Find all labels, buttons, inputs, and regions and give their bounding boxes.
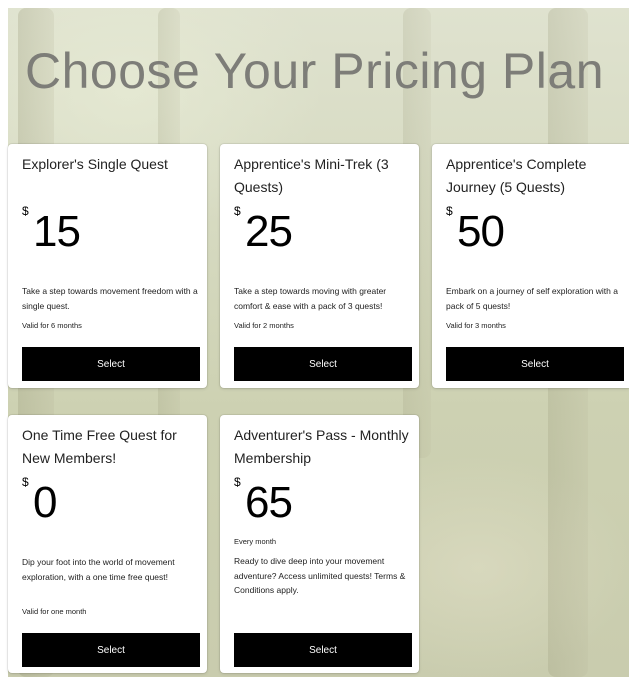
select-button[interactable]: Select [446, 347, 624, 381]
currency-symbol: $ [446, 204, 453, 218]
plan-description: Embark on a journey of self exploration … [446, 286, 618, 311]
currency-symbol: $ [22, 475, 29, 489]
plan-description: Ready to dive deep into your movement ad… [234, 556, 406, 595]
plan-name: Explorer's Single Quest [22, 156, 168, 172]
price-amount: 65 [245, 478, 293, 527]
plan-name: Apprentice's Mini-Trek (3 Quests) [234, 156, 389, 195]
price-amount: 15 [33, 207, 81, 256]
select-button[interactable]: Select [22, 633, 200, 667]
price-amount: 0 [33, 478, 58, 527]
price-amount: 25 [245, 207, 293, 256]
pricing-card-apprentices-mini-trek: Apprentice's Mini-Trek (3 Quests) $ 25 T… [220, 144, 419, 388]
plan-validity: Valid for 3 months [446, 321, 506, 330]
select-button[interactable]: Select [234, 633, 412, 667]
plan-description: Dip your foot into the world of movement… [22, 557, 175, 582]
select-button[interactable]: Select [234, 347, 412, 381]
currency-symbol: $ [22, 204, 29, 218]
page-title: Choose Your Pricing Plan [24, 43, 605, 99]
plan-validity: Valid for 6 months [22, 321, 82, 330]
pricing-card-one-time-free-quest: One Time Free Quest for New Members! $ 0… [8, 415, 207, 673]
price-amount: 50 [457, 207, 505, 256]
billing-cycle: Every month [234, 537, 277, 546]
pricing-card-adventurers-pass: Adventurer's Pass - Monthly Membership $… [220, 415, 419, 673]
pricing-card-apprentices-complete-journey: Apprentice's Complete Journey (5 Quests)… [432, 144, 629, 388]
plan-description: Take a step towards movement freedom wit… [22, 286, 198, 311]
pricing-card-explorers-single-quest: Explorer's Single Quest $ 15 Take a step… [8, 144, 207, 388]
plan-description: Take a step towards moving with greater … [234, 286, 387, 311]
plan-name: Adventurer's Pass - Monthly Membership [234, 427, 409, 466]
plan-name: One Time Free Quest for New Members! [22, 427, 177, 466]
plan-name: Apprentice's Complete Journey (5 Quests) [446, 156, 587, 195]
select-button[interactable]: Select [22, 347, 200, 381]
plan-validity: Valid for one month [22, 607, 87, 616]
plan-validity: Valid for 2 months [234, 321, 294, 330]
currency-symbol: $ [234, 475, 241, 489]
currency-symbol: $ [234, 204, 241, 218]
